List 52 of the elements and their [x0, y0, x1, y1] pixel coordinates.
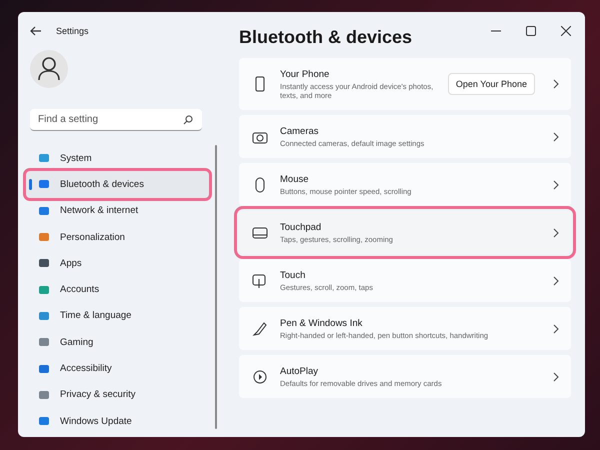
chevron-icon [553, 228, 559, 238]
card-title: Your Phone [280, 68, 330, 80]
device-icon [252, 224, 268, 240]
device-icon [252, 368, 268, 384]
chevron-icon [553, 324, 559, 334]
scrollbar[interactable] [215, 145, 217, 429]
nav-item[interactable]: Windows Update [26, 408, 209, 434]
nav-icon [38, 257, 50, 270]
close-icon[interactable] [561, 26, 571, 36]
card-title: Cameras [280, 126, 320, 136]
page-title: Bluetooth & devices [239, 27, 412, 48]
nav-icon [38, 362, 50, 375]
nav-item[interactable]: Privacy & security [26, 382, 209, 408]
selection-indicator [29, 179, 32, 190]
chevron-icon [553, 276, 559, 286]
search-icon [183, 115, 193, 125]
device-icon [252, 320, 268, 336]
nav-item[interactable]: Accessibility [26, 355, 209, 382]
card-title: Mouse [280, 174, 310, 184]
nav-item[interactable]: System [26, 145, 209, 172]
card-title: AutoPlay [280, 366, 320, 376]
chevron-icon [553, 180, 559, 190]
nav-icon [38, 152, 50, 164]
nav-icon [38, 388, 50, 401]
nav-icon [38, 310, 50, 322]
nav-icon [38, 415, 50, 428]
window-title: Settings [56, 26, 89, 36]
nav-item[interactable]: Network & internet [26, 198, 209, 224]
nav-icon [38, 178, 50, 190]
nav-item[interactable]: Gaming [26, 329, 209, 356]
chevron-icon [553, 132, 559, 142]
nav-item[interactable]: Apps [26, 250, 209, 276]
search-field[interactable]: Find a setting [30, 109, 202, 131]
chevron-icon [553, 79, 559, 89]
nav-icon [38, 204, 50, 217]
card-title: Touch [280, 270, 306, 280]
maximize-icon[interactable] [526, 26, 536, 36]
back-arrow-icon[interactable] [30, 26, 42, 36]
nav-icon [38, 231, 50, 244]
nav-item[interactable]: Time & language [26, 302, 209, 330]
card-title: Touchpad [280, 222, 322, 232]
nav-item[interactable]: Personalization [26, 224, 209, 250]
avatar[interactable] [30, 50, 68, 88]
open-phone-button[interactable]: Open Your Phone [448, 73, 535, 95]
nav-icon [38, 336, 50, 348]
card-title: Pen & Windows Ink [280, 318, 364, 328]
nav-item[interactable]: Accounts [26, 276, 209, 303]
chevron-icon [553, 372, 559, 382]
nav-item[interactable]: Bluetooth & devices [26, 171, 209, 198]
person-icon [38, 57, 60, 81]
nav-icon [38, 284, 50, 296]
device-icon [252, 272, 268, 288]
